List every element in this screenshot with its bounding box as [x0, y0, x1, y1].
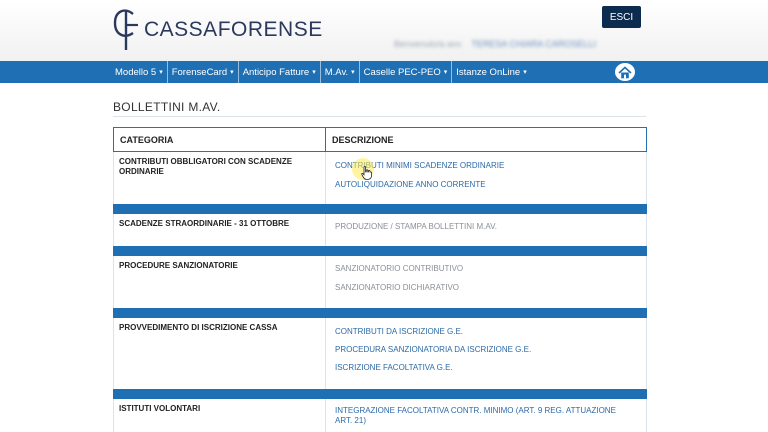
nav-item-label: Istanze OnLine	[456, 66, 521, 78]
row-separator	[113, 204, 647, 214]
table-row-provvedimento-iscrizione: PROVVEDIMENTO DI ISCRIZIONE CASSA CONTRI…	[113, 318, 647, 389]
mav-table: CATEGORIA DESCRIZIONE CONTRIBUTI OBBLIGA…	[113, 127, 647, 432]
user-greeting-label: Benvenuto/a avv.	[394, 39, 463, 49]
caret-down-icon: ▾	[443, 69, 448, 76]
category-cell: CONTRIBUTI OBBLIGATORI CON SCADENZE ORDI…	[114, 152, 326, 204]
caret-down-icon: ▾	[159, 69, 163, 76]
category-cell: ISTITUTI VOLONTARI	[114, 399, 326, 432]
table-header: CATEGORIA DESCRIZIONE	[113, 127, 647, 152]
category-cell: PROCEDURE SANZIONATORIE	[114, 256, 326, 308]
category-cell: SCADENZE STRAORDINARIE - 31 OTTOBRE	[114, 214, 326, 246]
hand-pointer-icon	[361, 166, 372, 180]
table-row-istituti-volontari: ISTITUTI VOLONTARI INTEGRAZIONE FACOLTAT…	[113, 399, 647, 432]
nav-item-mav[interactable]: M.Av. ▾	[321, 61, 360, 83]
caret-down-icon: ▾	[230, 69, 234, 76]
caret-down-icon: ▾	[351, 69, 355, 76]
row-separator	[113, 308, 647, 318]
logo-text: CASSAFORENSE	[144, 18, 323, 41]
cf-logo-icon	[113, 9, 138, 50]
title-divider	[113, 116, 646, 117]
nav-menu: Modello 5 ▾ ForenseCard ▾ Anticipo Fattu…	[111, 61, 531, 83]
site-header: CASSAFORENSE ESCI Benvenuto/a avv. TERES…	[0, 0, 768, 61]
exit-button[interactable]: ESCI	[602, 6, 641, 28]
user-greeting: Benvenuto/a avv. TERESA CHIARA CAROSELLI	[394, 39, 596, 49]
table-row-procedure-sanzionatorie: PROCEDURE SANZIONATORIE SANZIONATORIO CO…	[113, 256, 647, 308]
table-row-scadenze-straordinarie: SCADENZE STRAORDINARIE - 31 OTTOBRE PROD…	[113, 214, 647, 246]
link-procedura-sanzionatoria-ge[interactable]: PROCEDURA SANZIONATORIA DA ISCRIZIONE G.…	[335, 345, 646, 355]
home-icon	[618, 65, 632, 78]
caret-down-icon: ▾	[312, 69, 316, 76]
link-sanzionatorio-dichiarativo[interactable]: SANZIONATORIO DICHIARATIVO	[335, 283, 646, 293]
link-produzione-stampa[interactable]: PRODUZIONE / STAMPA BOLLETTINI M.AV.	[335, 222, 646, 232]
nav-item-caselle-pec-peo[interactable]: Caselle PEC-PEO ▾	[360, 61, 453, 83]
cassaforense-logo[interactable]: CASSAFORENSE	[112, 6, 323, 52]
link-contributi-minimi[interactable]: CONTRIBUTI MINIMI SCADENZE ORDINARIE	[335, 161, 646, 171]
column-header-description: DESCRIZIONE	[332, 134, 394, 145]
nav-item-label: M.Av.	[324, 66, 349, 78]
main-navbar: Modello 5 ▾ ForenseCard ▾ Anticipo Fattu…	[0, 61, 768, 83]
caret-down-icon: ▾	[523, 69, 527, 76]
description-cell: PRODUZIONE / STAMPA BOLLETTINI M.AV.	[326, 214, 646, 246]
table-row-contributi-obbligatori: CONTRIBUTI OBBLIGATORI CON SCADENZE ORDI…	[113, 152, 647, 204]
nav-item-modello-5[interactable]: Modello 5 ▾	[111, 61, 168, 83]
row-separator	[113, 246, 647, 256]
link-iscrizione-facoltativa-ge[interactable]: ISCRIZIONE FACOLTATIVA G.E.	[335, 363, 646, 373]
home-button[interactable]	[615, 63, 635, 81]
nav-item-forensecard[interactable]: ForenseCard ▾	[168, 61, 239, 83]
column-header-category: CATEGORIA	[114, 128, 326, 151]
nav-item-label: ForenseCard	[171, 66, 228, 78]
row-separator	[113, 389, 647, 399]
nav-item-istanze-online[interactable]: Istanze OnLine ▾	[452, 61, 530, 83]
nav-item-label: Anticipo Fatture	[242, 66, 310, 78]
description-cell: SANZIONATORIO CONTRIBUTIVO SANZIONATORIO…	[326, 256, 646, 308]
link-sanzionatorio-contributivo[interactable]: SANZIONATORIO CONTRIBUTIVO	[335, 264, 646, 274]
category-cell: PROVVEDIMENTO DI ISCRIZIONE CASSA	[114, 318, 326, 389]
description-cell: INTEGRAZIONE FACOLTATIVA CONTR. MINIMO (…	[326, 399, 646, 432]
nav-item-label: Modello 5	[115, 66, 157, 78]
description-cell: CONTRIBUTI DA ISCRIZIONE G.E. PROCEDURA …	[326, 318, 646, 389]
link-contributi-iscrizione-ge[interactable]: CONTRIBUTI DA ISCRIZIONE G.E.	[335, 327, 646, 337]
description-cell: CONTRIBUTI MINIMI SCADENZE ORDINARIE AUT…	[326, 152, 646, 204]
link-autoliquidazione[interactable]: AUTOLIQUIDAZIONE ANNO CORRENTE	[335, 180, 646, 190]
page-title: BOLLETTINI M.AV.	[113, 100, 221, 114]
nav-item-anticipo-fatture[interactable]: Anticipo Fatture ▾	[239, 61, 321, 83]
nav-item-label: Caselle PEC-PEO	[363, 66, 441, 78]
link-integrazione-facoltativa[interactable]: INTEGRAZIONE FACOLTATIVA CONTR. MINIMO (…	[335, 406, 634, 426]
user-name: TERESA CHIARA CAROSELLI	[471, 39, 596, 49]
